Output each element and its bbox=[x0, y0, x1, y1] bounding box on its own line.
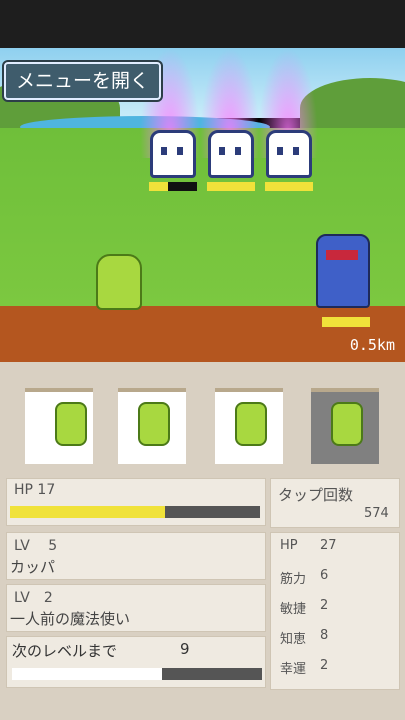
stat-value: 27 bbox=[320, 538, 337, 553]
open-menu-button[interactable]: メニューを開く bbox=[4, 62, 162, 100]
knight-enemy[interactable] bbox=[316, 234, 370, 308]
kappa-player bbox=[96, 254, 142, 310]
level-label: LV 5 bbox=[14, 538, 58, 554]
stat-label: 幸運 bbox=[280, 662, 307, 677]
stat-value: 2 bbox=[320, 598, 329, 613]
exp-bar bbox=[12, 668, 262, 680]
ghost-enemy[interactable] bbox=[150, 130, 196, 178]
tap-count-label: タップ回数 bbox=[278, 486, 354, 504]
ghost-enemy[interactable] bbox=[266, 130, 312, 178]
hp-label: HP 17 bbox=[14, 482, 56, 498]
character-name: カッパ bbox=[10, 558, 56, 576]
tap-count-value: 574 bbox=[364, 506, 389, 521]
stat-label: 敏捷 bbox=[280, 602, 307, 617]
skill-water-shot[interactable] bbox=[118, 388, 186, 464]
distance-readout: 0.5km bbox=[349, 336, 395, 354]
ground bbox=[0, 306, 405, 362]
stat-value: 8 bbox=[320, 628, 329, 643]
top-bar bbox=[0, 0, 405, 48]
rank-title: 一人前の魔法使い bbox=[10, 610, 131, 628]
stat-label: HP bbox=[280, 538, 298, 553]
hp-bar bbox=[10, 506, 260, 518]
next-level-value: 9 bbox=[180, 640, 190, 658]
stat-label: 知恵 bbox=[280, 632, 307, 647]
stat-value: 2 bbox=[320, 658, 329, 673]
skill-rain-summon[interactable] bbox=[311, 388, 379, 464]
enemy-hp-bar bbox=[207, 182, 255, 191]
rank-level: LV 2 bbox=[14, 590, 53, 606]
stat-label: 筋力 bbox=[280, 572, 307, 587]
enemy-hp-bar bbox=[265, 182, 313, 191]
skill-water-jet[interactable] bbox=[25, 388, 93, 464]
stat-value: 6 bbox=[320, 568, 329, 583]
ghost-enemy[interactable] bbox=[208, 130, 254, 178]
next-level-label: 次のレベルまで bbox=[12, 642, 118, 660]
enemy-hp-bar bbox=[149, 182, 197, 191]
knight-hp-bar bbox=[322, 317, 370, 327]
skill-whirlpool[interactable] bbox=[215, 388, 283, 464]
